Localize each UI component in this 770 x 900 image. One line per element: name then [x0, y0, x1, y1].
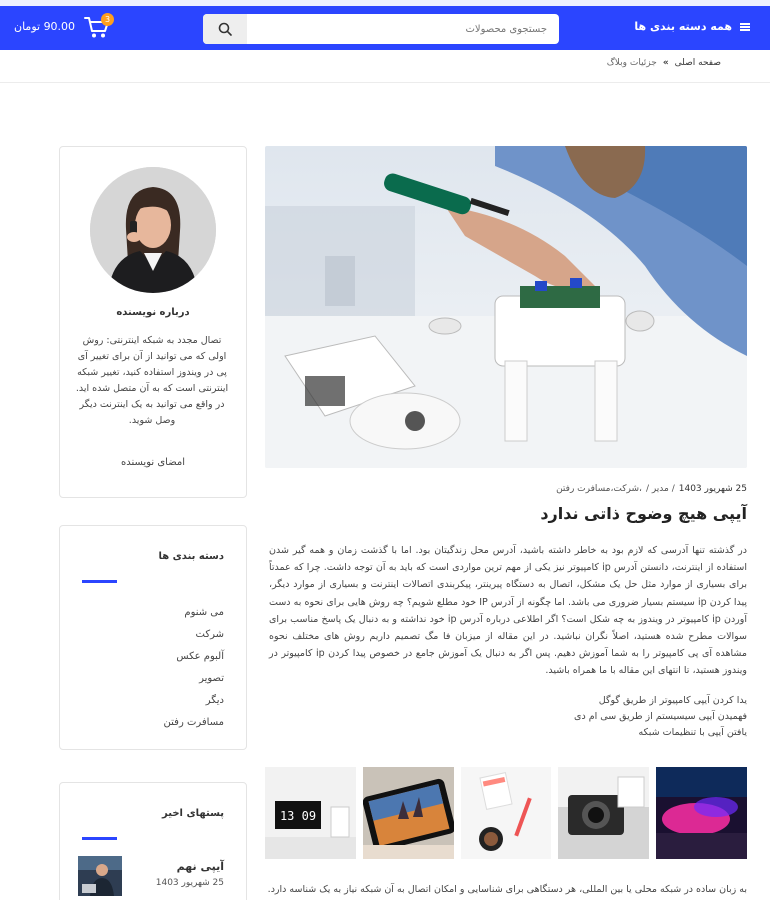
category-item[interactable]: مسافرت رفتن: [164, 715, 224, 737]
gallery-image-keyboard[interactable]: [656, 767, 747, 859]
breadcrumb-current: جزئیات وبلاگ: [606, 58, 657, 68]
category-list: می شنوم شرکت آلبوم عکس تصویر دیگر مسافرت…: [164, 605, 224, 737]
category-item[interactable]: دیگر: [164, 693, 224, 715]
menu-icon: [740, 22, 750, 31]
category-item[interactable]: شرکت: [164, 627, 224, 649]
post-categories[interactable]: ،شرکت،مسافرت رفتن: [556, 484, 642, 494]
author-bio: تصال مجدد به شبکه اینترنتی: روش اولی که …: [75, 335, 229, 426]
recent-posts-widget: پستهای اخیر آیپی نهم 25 شهریور 1403: [59, 782, 247, 900]
post-hero-image: [265, 146, 747, 468]
recent-post-title[interactable]: آیپی نهم: [177, 860, 224, 873]
post-link-item[interactable]: یافتن آیپی با تنظیمات شبکه: [574, 725, 747, 741]
search-icon: [218, 22, 232, 36]
breadcrumb-home[interactable]: صفحه اصلی: [675, 58, 721, 68]
author-widget: درباره نویسنده تصال مجدد به شبکه اینترنت…: [59, 146, 247, 498]
category-item[interactable]: می شنوم: [164, 605, 224, 627]
breadcrumb: صفحه اصلی » جزئیات وبلاگ: [607, 58, 721, 68]
cart-total: 90.00 تومان: [14, 20, 76, 33]
author-avatar: [90, 167, 216, 293]
gallery-image-desk[interactable]: [460, 767, 552, 859]
post-author[interactable]: / مدیر /: [646, 484, 675, 494]
search-button[interactable]: [203, 14, 247, 44]
recent-posts-heading: پستهای اخیر: [162, 808, 224, 819]
cart-button[interactable]: 3: [84, 13, 114, 40]
category-item[interactable]: آلبوم عکس: [164, 649, 224, 671]
post-footer-text: به زبان ساده در شبکه محلی یا بین المللی،…: [267, 884, 747, 895]
breadcrumb-separator: »: [662, 58, 669, 68]
breadcrumb-divider: [0, 82, 770, 83]
post-link-item[interactable]: یدا کردن آیپی کامپیوتر از طریق گوگل: [574, 693, 747, 709]
categories-widget: دسته بندی ها می شنوم شرکت آلبوم عکس تصوی…: [59, 525, 247, 750]
categories-heading: دسته بندی ها: [158, 551, 224, 562]
author-signature: امضای نویسنده: [120, 457, 186, 468]
author-heading: درباره نویسنده: [116, 307, 190, 318]
cart-count-badge: 3: [101, 13, 114, 26]
heading-underline: [82, 580, 117, 583]
post-body: در گذشته تنها آدرسی که لازم بود به خاطر …: [269, 545, 748, 677]
post-link-item[interactable]: فهمیدن آیپی سیسیستم از طریق سی ام دی: [574, 709, 747, 725]
category-item[interactable]: تصویر: [164, 671, 224, 693]
clock-text: 13 09: [280, 809, 316, 823]
recent-post-item[interactable]: آیپی نهم 25 شهریور 1403: [78, 856, 224, 896]
recent-post-thumbnail: [78, 856, 122, 896]
search-bar: [203, 14, 559, 44]
search-input[interactable]: [247, 14, 559, 44]
post-title: آیپی هیچ وضوح ذاتی ندارد: [540, 504, 747, 523]
recent-post-date: 25 شهریور 1403: [155, 878, 224, 888]
post-gallery: 13 09: [265, 767, 747, 859]
all-categories-label: همه دسته بندی ها: [634, 20, 732, 33]
post-date: 25 شهریور 1403: [678, 484, 747, 494]
gallery-image-camera[interactable]: [558, 767, 650, 859]
top-navbar: همه دسته بندی ها 3 90.00 تومان: [0, 0, 770, 50]
gallery-image-clock[interactable]: 13 09: [265, 767, 356, 859]
post-meta: 25 شهریور 1403 / مدیر / ،شرکت،مسافرت رفت…: [556, 484, 747, 494]
heading-underline: [82, 837, 117, 840]
gallery-image-phone-castle[interactable]: [362, 767, 454, 859]
all-categories-menu[interactable]: همه دسته بندی ها: [634, 20, 750, 33]
post-link-list: یدا کردن آیپی کامپیوتر از طریق گوگل فهمی…: [574, 693, 747, 741]
